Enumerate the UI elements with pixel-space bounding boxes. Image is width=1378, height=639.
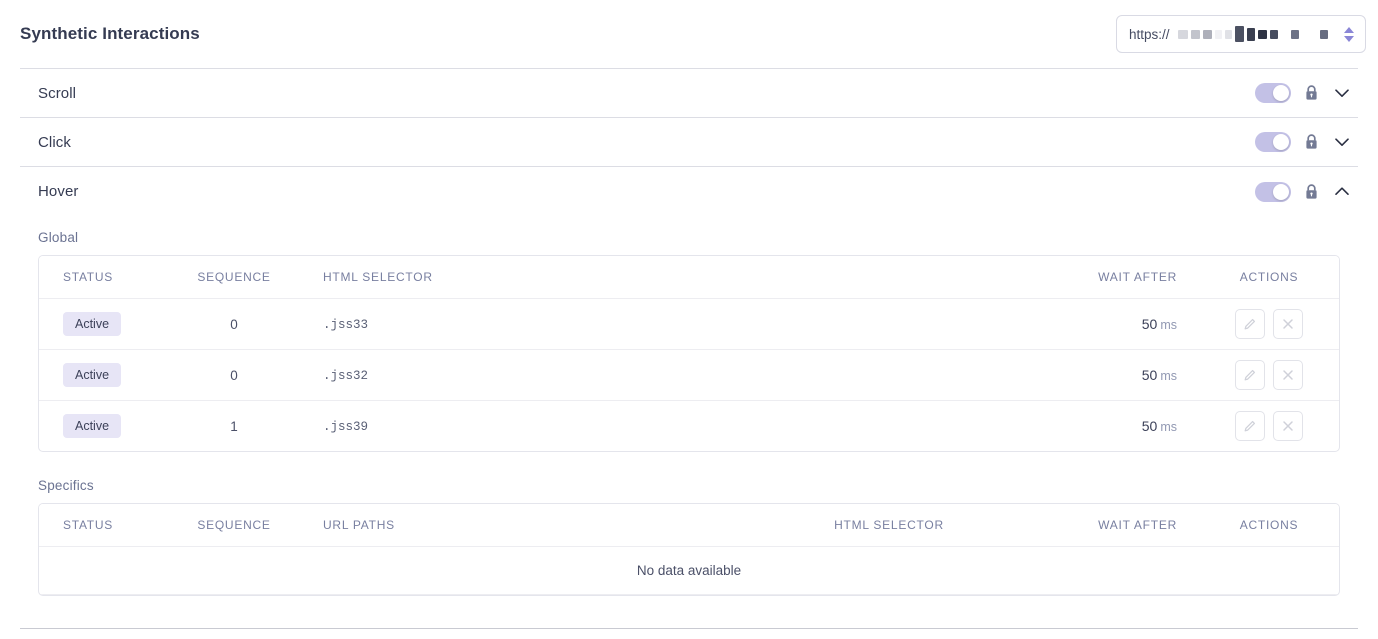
delete-button[interactable] xyxy=(1273,411,1303,441)
page-header: Synthetic Interactions https:// xyxy=(0,0,1378,68)
delete-button[interactable] xyxy=(1273,360,1303,390)
synthetic-interactions-page: Synthetic Interactions https:// Scroll C… xyxy=(0,0,1378,639)
column-header-url-paths: URL PATHS xyxy=(299,504,739,547)
pencil-icon xyxy=(1243,368,1257,382)
empty-state-row: No data available xyxy=(39,546,1339,595)
cell-sequence: 0 xyxy=(169,298,299,350)
chevron-up-down-icon[interactable] xyxy=(1341,23,1357,45)
global-table-card: STATUS SEQUENCE HTML SELECTOR WAIT AFTER… xyxy=(38,255,1340,452)
column-header-html-selector: HTML SELECTOR xyxy=(299,256,1039,299)
section-label-global: Global xyxy=(38,230,79,245)
cell-wait-after: 50 ms xyxy=(1141,418,1177,434)
accordion-controls-hover xyxy=(1255,181,1358,202)
cell-html-selector: .jss32 xyxy=(299,349,1039,401)
table-header-row: STATUS SEQUENCE URL PATHS HTML SELECTOR … xyxy=(39,504,1339,547)
edit-button[interactable] xyxy=(1235,360,1265,390)
section-label-specifics: Specifics xyxy=(38,478,94,493)
redacted-block xyxy=(1190,29,1200,39)
redacted-block xyxy=(1224,29,1232,39)
lock-icon-click xyxy=(1306,134,1317,149)
chevron-down-icon-click[interactable] xyxy=(1332,132,1352,152)
cell-status: Active xyxy=(39,349,169,401)
empty-state-message: No data available xyxy=(39,546,1339,595)
column-header-actions: ACTIONS xyxy=(1199,256,1339,299)
accordion-controls-scroll xyxy=(1255,83,1358,103)
edit-button[interactable] xyxy=(1235,309,1265,339)
specifics-table: STATUS SEQUENCE URL PATHS HTML SELECTOR … xyxy=(39,504,1339,595)
table-row: Active 0 .jss32 50 ms xyxy=(39,349,1339,401)
pencil-icon xyxy=(1243,419,1257,433)
delete-button[interactable] xyxy=(1273,309,1303,339)
cell-actions xyxy=(1199,349,1339,401)
pencil-icon xyxy=(1243,317,1257,331)
page-title: Synthetic Interactions xyxy=(20,24,200,43)
accordion-row-scroll[interactable]: Scroll xyxy=(20,69,1358,118)
cell-status: Active xyxy=(39,401,169,452)
column-header-wait-after: WAIT AFTER xyxy=(1039,256,1199,299)
column-header-sequence: SEQUENCE xyxy=(169,256,299,299)
lock-icon-scroll xyxy=(1306,85,1317,100)
redacted-block xyxy=(1246,27,1255,41)
redacted-block xyxy=(1257,29,1267,39)
cell-sequence: 0 xyxy=(169,349,299,401)
table-row: Active 1 .jss39 50 ms xyxy=(39,401,1339,452)
redacted-block xyxy=(1202,29,1212,39)
column-header-sequence: SEQUENCE xyxy=(169,504,299,547)
accordion-label-hover: Hover xyxy=(38,183,79,200)
column-header-status: STATUS xyxy=(39,256,169,299)
cell-actions xyxy=(1199,298,1339,350)
cell-actions xyxy=(1199,401,1339,452)
specifics-table-card: STATUS SEQUENCE URL PATHS HTML SELECTOR … xyxy=(38,503,1340,596)
chevron-up-icon-hover[interactable] xyxy=(1332,182,1352,202)
toggle-on-icon-scroll[interactable] xyxy=(1255,83,1291,103)
status-badge: Active xyxy=(63,362,122,388)
redacted-block xyxy=(1214,29,1222,39)
column-header-status: STATUS xyxy=(39,504,169,547)
edit-button[interactable] xyxy=(1235,411,1265,441)
redacted-block xyxy=(1269,29,1278,39)
table-header-row: STATUS SEQUENCE HTML SELECTOR WAIT AFTER… xyxy=(39,256,1339,299)
cell-wait-after: 50 ms xyxy=(1039,349,1199,401)
lock-icon-hover xyxy=(1306,183,1317,199)
close-icon xyxy=(1281,419,1295,433)
column-header-html-selector: HTML SELECTOR xyxy=(739,504,1039,547)
interactions-accordion: Scroll Click Hover xyxy=(0,69,1378,216)
chevron-down-icon-scroll[interactable] xyxy=(1332,83,1352,103)
accordion-controls-click xyxy=(1255,132,1358,152)
url-scheme-label: https:// xyxy=(1129,26,1170,42)
toggle-on-icon-click[interactable] xyxy=(1255,132,1291,152)
url-select[interactable]: https:// xyxy=(1116,15,1366,53)
redacted-block xyxy=(1234,26,1244,42)
cell-html-selector: .jss33 xyxy=(299,298,1039,350)
column-header-wait-after: WAIT AFTER xyxy=(1039,504,1199,547)
cell-status: Active xyxy=(39,298,169,350)
hover-panel-body: Global STATUS SEQUENCE HTML SELECTOR WAI… xyxy=(0,216,1378,596)
redacted-block xyxy=(1290,29,1299,39)
close-icon xyxy=(1281,317,1295,331)
status-badge: Active xyxy=(63,311,122,337)
toggle-on-icon-hover[interactable] xyxy=(1255,181,1291,202)
footer-divider xyxy=(20,628,1358,629)
column-header-actions: ACTIONS xyxy=(1199,504,1339,547)
global-table: STATUS SEQUENCE HTML SELECTOR WAIT AFTER… xyxy=(39,256,1339,451)
table-row: Active 0 .jss33 50 ms xyxy=(39,298,1339,350)
redacted-block xyxy=(1319,29,1328,39)
cell-wait-after: 50 ms xyxy=(1039,298,1199,350)
status-badge: Active xyxy=(63,413,122,439)
cell-sequence: 1 xyxy=(230,418,238,434)
url-redacted-value xyxy=(1177,16,1337,52)
close-icon xyxy=(1281,368,1295,382)
redacted-block xyxy=(1177,29,1188,39)
cell-html-selector: .jss39 xyxy=(323,420,369,434)
accordion-row-click[interactable]: Click xyxy=(20,118,1358,167)
accordion-label-scroll: Scroll xyxy=(38,84,77,102)
accordion-row-hover[interactable]: Hover xyxy=(20,167,1358,216)
accordion-label-click: Click xyxy=(38,133,71,151)
